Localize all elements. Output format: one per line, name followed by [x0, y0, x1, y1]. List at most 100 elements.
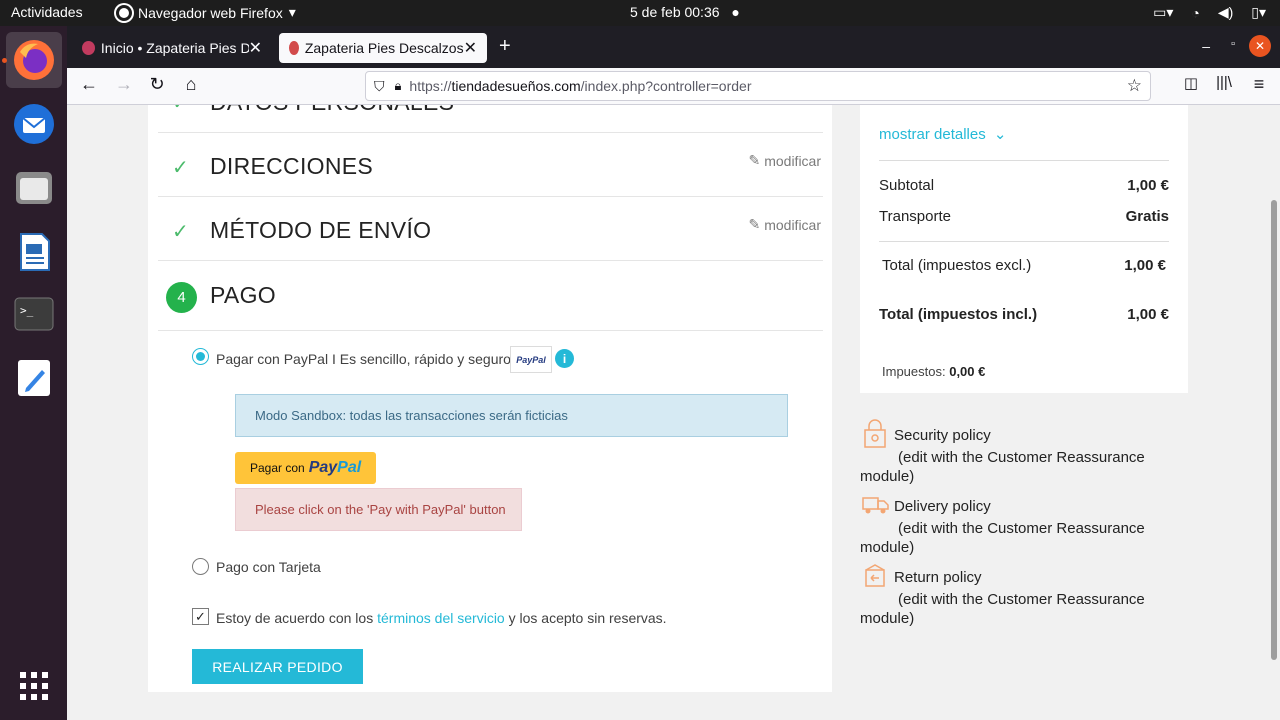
pocket-icon[interactable]: ◫: [1179, 74, 1203, 92]
reassurance-title: Security policy: [894, 427, 991, 444]
taxes-label: Impuestos:: [882, 364, 946, 379]
scrollbar-thumb[interactable]: [1271, 200, 1277, 660]
page-scrollbar[interactable]: [1267, 105, 1280, 720]
dock-running-indicator: [2, 58, 7, 63]
clock[interactable]: 5 de feb 00:36 ●: [630, 4, 740, 20]
dock-text-editor[interactable]: [6, 350, 62, 406]
chevron-down-icon: ⌄: [993, 126, 1007, 143]
step-shipping-method[interactable]: ✓ MÉTODO DE ENVÍO ✎ modificar: [158, 197, 823, 261]
modify-link[interactable]: ✎ modificar: [748, 216, 821, 233]
system-top-bar: Actividades Navegador web Firefox ▾ 5 de…: [0, 0, 1280, 26]
screen-icon[interactable]: ▭▾: [1153, 4, 1173, 21]
activities-button[interactable]: Actividades: [11, 4, 83, 20]
close-tab-icon[interactable]: ✕: [464, 38, 477, 58]
reassurance-security: Security policy (edit with the Customer …: [860, 418, 1170, 486]
taxes-value: 0,00 €: [949, 364, 986, 379]
terms-link[interactable]: términos del servicio: [377, 610, 505, 626]
reassurance-delivery: Delivery policy (edit with the Customer …: [860, 489, 1170, 557]
modify-link[interactable]: ✎ modificar: [748, 152, 821, 169]
menu-icon[interactable]: ≡: [1247, 74, 1271, 95]
close-tab-icon[interactable]: ✕: [249, 38, 262, 58]
reassurance-sub: (edit with the Customer Reassurance: [898, 591, 1145, 608]
shipping-label: Transporte: [879, 208, 951, 225]
shield-icon[interactable]: ⛉: [374, 78, 385, 95]
url-text: https://tiendadesueños.com/index.php?con…: [409, 78, 752, 94]
text-editor-icon: [18, 360, 50, 396]
check-icon: ✓: [172, 105, 189, 115]
dropdown-arrow-icon: ▾: [288, 4, 296, 20]
reassurance-title: Return policy: [894, 569, 982, 586]
app-menu[interactable]: Navegador web Firefox ▾: [116, 4, 296, 21]
pencil-icon: ✎: [748, 152, 761, 168]
paypal-radio[interactable]: [192, 348, 209, 365]
taxes-row: Impuestos: 0,00 €: [882, 364, 985, 379]
pencil-icon: ✎: [748, 216, 761, 232]
dock-firefox[interactable]: [6, 32, 62, 88]
step-personal-data[interactable]: ✓ DATOS PERSONALES: [158, 105, 823, 133]
volume-icon: ◀): [1217, 4, 1234, 20]
wifi-icon: ◔: [1191, 4, 1200, 21]
reassurance-sub2: module): [860, 468, 915, 485]
forward-icon[interactable]: →: [112, 74, 136, 95]
tab-inicio[interactable]: Inicio • Zapateria Pies Des ✕: [72, 33, 272, 63]
apps-grid-icon: [20, 672, 48, 700]
modify-label: modificar: [764, 152, 821, 169]
new-tab-icon[interactable]: +: [499, 35, 511, 58]
files-icon: [16, 172, 52, 204]
svg-text:>_: >_: [20, 304, 34, 317]
system-tray[interactable]: ▭▾ ◔ ◀) ▯▾: [1153, 4, 1266, 21]
paypal-pay-button[interactable]: Pagar con PayPal: [235, 452, 376, 484]
battery-icon: ▯▾: [1251, 4, 1266, 20]
step-number-badge: 4: [166, 282, 197, 313]
reassurance-sub2: module): [860, 539, 915, 556]
total-incl-value: 1,00 €: [1127, 306, 1169, 323]
modify-label: modificar: [764, 216, 821, 233]
writer-icon: [20, 233, 50, 271]
shipping-row: Transporte Gratis: [879, 208, 1169, 225]
step-addresses[interactable]: ✓ DIRECCIONES ✎ modificar: [158, 133, 823, 197]
library-icon[interactable]: |||\: [1212, 74, 1236, 91]
url-bar[interactable]: ⛉ 🔒︎ https://tiendadesueños.com/index.ph…: [365, 71, 1151, 101]
favicon-icon: [289, 41, 299, 55]
place-order-button[interactable]: REALIZAR PEDIDO: [192, 649, 363, 684]
dock-writer[interactable]: [6, 224, 62, 280]
card-radio[interactable]: [192, 558, 209, 575]
step-title: DATOS PERSONALES: [210, 105, 454, 116]
bookmark-star-icon[interactable]: ☆: [1127, 76, 1142, 96]
reassurance-sub2: module): [860, 610, 915, 627]
paypal-error-alert: Please click on the 'Pay with PayPal' bu…: [235, 488, 522, 531]
sandbox-notice-text: Modo Sandbox: todas las transacciones se…: [255, 408, 568, 423]
minimize-icon[interactable]: –: [1202, 38, 1210, 54]
divider: [879, 241, 1169, 242]
padlock-icon: [864, 419, 886, 448]
back-icon[interactable]: ←: [77, 74, 101, 95]
subtotal-row: Subtotal 1,00 €: [879, 177, 1169, 194]
dock-show-apps[interactable]: [6, 658, 62, 714]
dock-files[interactable]: [6, 160, 62, 216]
show-details-label: mostrar detalles: [879, 126, 986, 143]
home-icon[interactable]: ⌂: [179, 74, 203, 95]
sandbox-notice: Modo Sandbox: todas las transacciones se…: [235, 394, 788, 437]
lock-icon[interactable]: 🔒︎: [395, 78, 402, 94]
thunderbird-icon: [14, 104, 54, 144]
close-window-icon[interactable]: ✕: [1249, 35, 1271, 57]
terms-checkbox[interactable]: ✓: [192, 608, 209, 625]
tab-label: Zapateria Pies Descalzos: [304, 40, 464, 56]
step-title: PAGO: [210, 282, 276, 308]
reload-icon[interactable]: ↻: [145, 74, 169, 95]
paypal-option-label[interactable]: Pagar con PayPal I Es sencillo, rápido y…: [216, 351, 511, 367]
total-excl-row: Total (impuestos excl.) 1,00 €: [879, 257, 1169, 274]
error-text: Please click on the 'Pay with PayPal' bu…: [255, 502, 506, 517]
terminal-icon: >_: [14, 297, 54, 331]
dock-thunderbird[interactable]: [6, 96, 62, 152]
reassurance-return: Return policy (edit with the Customer Re…: [860, 560, 1170, 628]
subtotal-label: Subtotal: [879, 177, 935, 194]
card-option-label[interactable]: Pago con Tarjeta: [216, 559, 321, 575]
favicon-icon: [82, 41, 95, 55]
show-details-link[interactable]: mostrar detalles ⌄: [879, 125, 1006, 143]
info-icon[interactable]: i: [555, 349, 574, 368]
step-title: MÉTODO DE ENVÍO: [210, 217, 432, 243]
restore-icon[interactable]: ▫: [1231, 38, 1235, 50]
tab-zapateria[interactable]: Zapateria Pies Descalzos ✕: [279, 33, 487, 63]
dock-terminal[interactable]: >_: [6, 286, 62, 342]
